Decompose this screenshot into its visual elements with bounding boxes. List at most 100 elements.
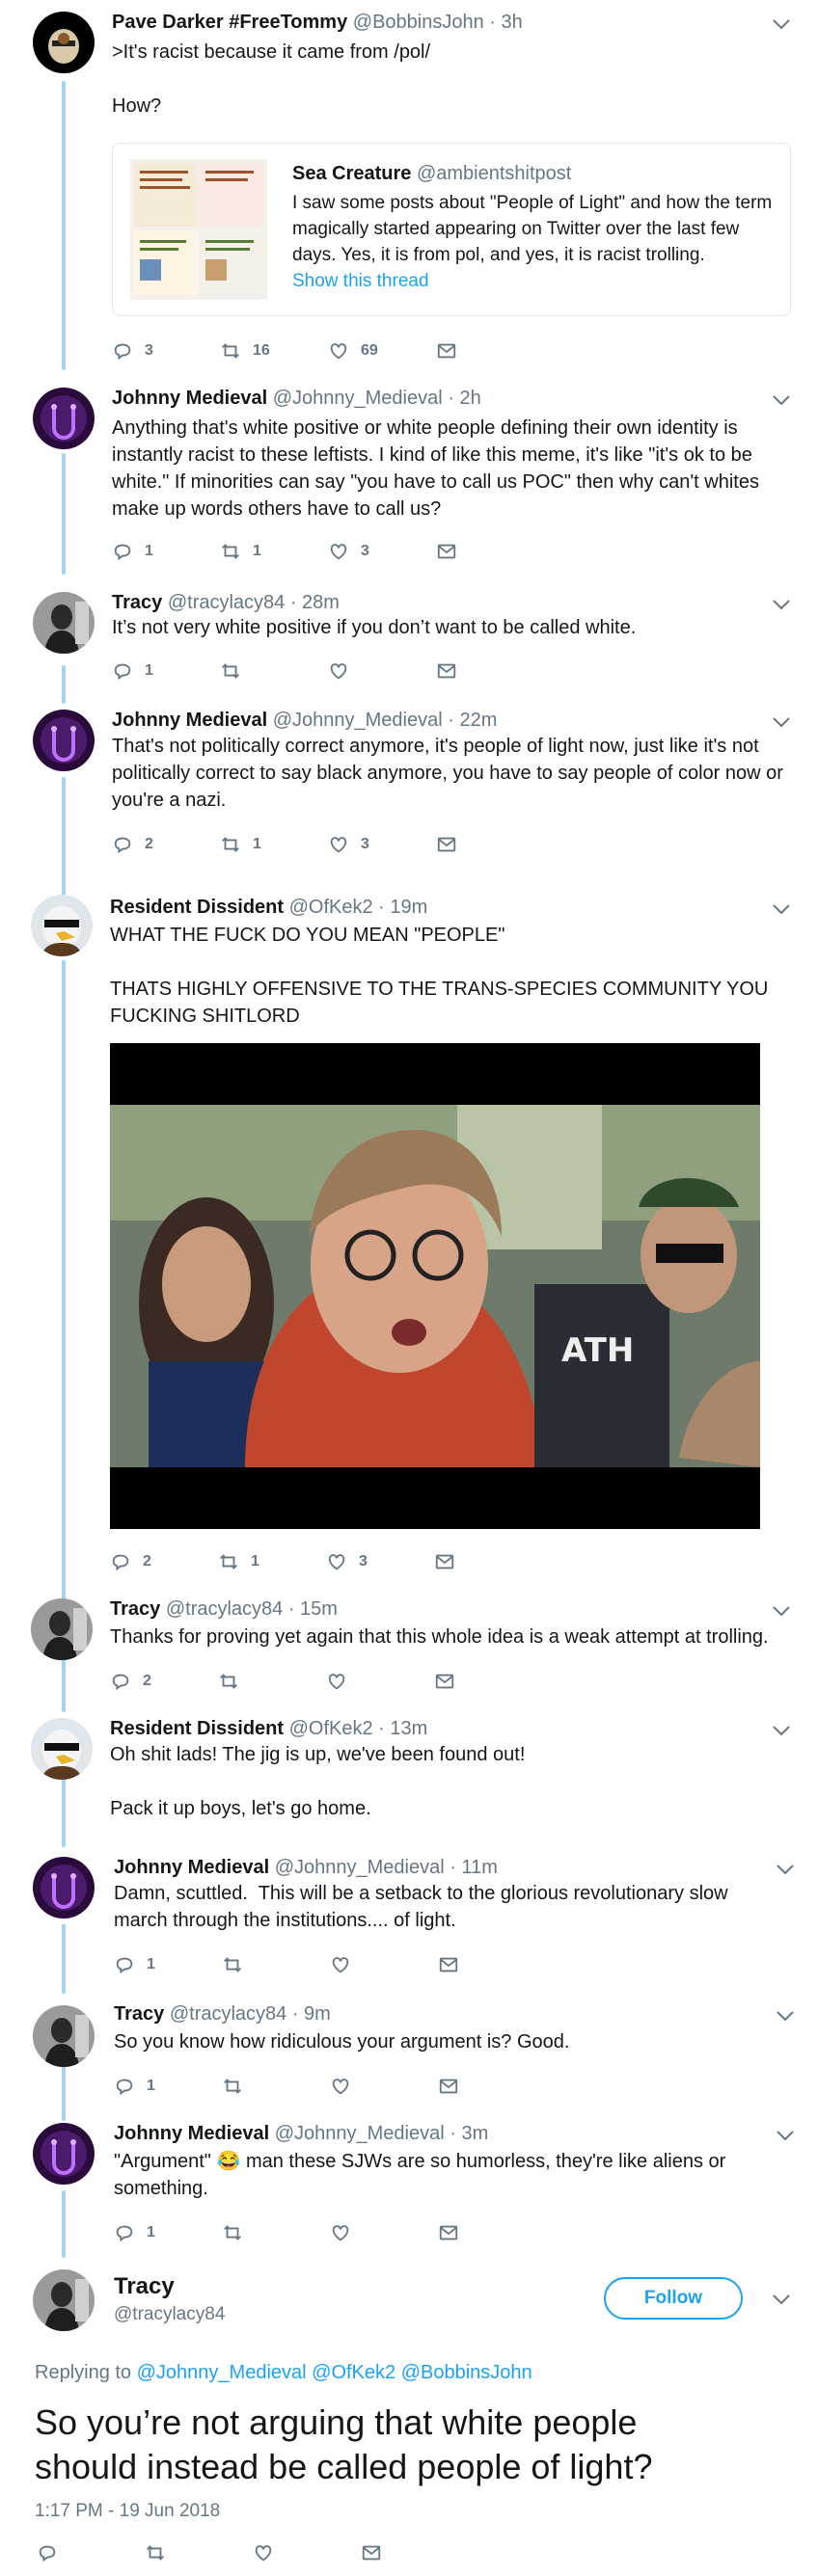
avatar[interactable] [33, 710, 95, 771]
reply-button[interactable]: 1 [114, 2075, 155, 2098]
direct-message-button[interactable] [434, 1670, 455, 1693]
direct-message-button[interactable] [436, 540, 457, 563]
quoted-tweet[interactable]: Sea Creature @ambientshitpost I saw some… [112, 143, 791, 316]
direct-message-button[interactable] [361, 2541, 382, 2564]
author-name[interactable]: Johnny Medieval [114, 1857, 269, 1878]
retweet-button[interactable]: 16 [220, 339, 270, 362]
retweet-button[interactable] [222, 2075, 243, 2098]
author-name[interactable]: Tracy [114, 2003, 164, 2025]
retweet-button[interactable] [220, 659, 241, 683]
author-handle[interactable]: @tracylacy84 · 9m [170, 2003, 331, 2025]
chevron-down-icon[interactable] [772, 1604, 791, 1618]
author-handle[interactable]: @Johnny_Medieval · 3m [275, 2123, 489, 2144]
author-name[interactable]: Johnny Medieval [112, 710, 267, 731]
avatar[interactable] [33, 12, 95, 73]
reply-icon [114, 343, 131, 361]
retweet-button[interactable] [222, 1953, 243, 1976]
retweet-button[interactable] [145, 2541, 166, 2564]
thread-line [62, 2063, 66, 2121]
avatar[interactable] [31, 1718, 93, 1780]
author-handle[interactable]: @OfKek2 · 13m [289, 1718, 428, 1739]
author-name[interactable]: Johnny Medieval [112, 388, 267, 409]
author-handle[interactable]: @tracylacy84 · 15m [166, 1598, 338, 1620]
follow-button[interactable]: Follow [604, 2277, 743, 2320]
avatar[interactable] [31, 1598, 93, 1660]
like-button[interactable] [326, 1670, 347, 1693]
chevron-down-icon[interactable] [772, 393, 791, 407]
like-button[interactable] [253, 2541, 274, 2564]
direct-message-button[interactable] [436, 833, 457, 856]
like-button[interactable] [330, 2075, 351, 2098]
reply-button[interactable]: 1 [112, 540, 153, 563]
chevron-down-icon[interactable] [776, 2009, 795, 2023]
direct-message-button[interactable] [436, 339, 457, 362]
like-button[interactable] [330, 1953, 351, 1976]
tweet-text: >It's racist because it came from /pol/ … [112, 41, 431, 117]
chevron-down-icon[interactable] [776, 2129, 795, 2142]
reply-button[interactable]: 2 [112, 833, 153, 856]
chevron-down-icon[interactable] [772, 902, 791, 916]
avatar[interactable] [31, 895, 93, 956]
like-button[interactable] [330, 2221, 351, 2244]
author-name[interactable]: Resident Dissident [110, 897, 284, 918]
retweet-button[interactable] [222, 2221, 243, 2244]
retweet-button[interactable]: 1 [220, 833, 261, 856]
tears-of-joy-emoji-icon: 😂 [216, 2151, 241, 2172]
retweet-button[interactable]: 1 [218, 1550, 259, 1573]
reply-button[interactable]: 1 [114, 1953, 155, 1976]
retweet-button[interactable] [218, 1670, 239, 1693]
thread-line [62, 2190, 66, 2258]
author-name[interactable]: Tracy [112, 592, 162, 613]
avatar[interactable] [33, 388, 95, 449]
reply-button[interactable]: 2 [110, 1670, 151, 1693]
direct-message-button[interactable] [436, 659, 457, 683]
like-button[interactable]: 3 [326, 1550, 368, 1573]
avatar[interactable] [33, 1857, 95, 1919]
avatar[interactable] [33, 2269, 95, 2331]
avatar[interactable] [33, 592, 95, 654]
author-name[interactable]: Resident Dissident [110, 1718, 284, 1739]
author-handle[interactable]: @Johnny_Medieval · 22m [273, 710, 498, 731]
reply-button[interactable]: 1 [114, 2221, 155, 2244]
quoted-author-name: Sea Creature [292, 163, 412, 184]
author-name[interactable]: Tracy [110, 1598, 160, 1620]
heart-icon [330, 663, 347, 680]
chevron-down-icon[interactable] [772, 1724, 791, 1737]
main-tweet-timestamp[interactable]: 1:17 PM - 19 Jun 2018 [35, 2501, 220, 2522]
reply-button[interactable] [37, 2541, 58, 2564]
avatar[interactable] [33, 2123, 95, 2185]
reply-button[interactable]: 3 [112, 339, 153, 362]
tweet-actions: 3 16 69 [112, 339, 498, 362]
direct-message-button[interactable] [438, 1953, 459, 1976]
main-author-name[interactable]: Tracy [114, 2273, 175, 2300]
direct-message-button[interactable] [434, 1550, 455, 1573]
chevron-down-icon[interactable] [776, 1863, 795, 1876]
author-handle[interactable]: @OfKek2 · 19m [289, 897, 428, 918]
reply-button[interactable]: 2 [110, 1550, 151, 1573]
replying-to-users[interactable]: @Johnny_Medieval @OfKek2 @BobbinsJohn [137, 2362, 532, 2383]
direct-message-button[interactable] [438, 2075, 459, 2098]
author-handle[interactable]: @Johnny_Medieval · 2h [273, 388, 481, 409]
chevron-down-icon[interactable] [772, 2293, 791, 2306]
show-thread-link[interactable]: Show this thread [292, 271, 429, 292]
author-handle[interactable]: @Johnny_Medieval · 11m [275, 1857, 498, 1878]
chevron-down-icon[interactable] [772, 715, 791, 729]
direct-message-button[interactable] [438, 2221, 459, 2244]
tweet-video[interactable]: ATH [110, 1043, 760, 1529]
chevron-down-icon[interactable] [772, 598, 791, 611]
author-handle[interactable]: @BobbinsJohn · 3h [353, 12, 523, 33]
like-button[interactable]: 69 [328, 339, 378, 362]
like-button[interactable]: 3 [328, 540, 369, 563]
like-button[interactable] [328, 659, 349, 683]
main-author-handle[interactable]: @tracylacy84 [114, 2304, 225, 2325]
author-handle[interactable]: @tracylacy84 · 28m [168, 592, 340, 613]
like-button[interactable]: 3 [328, 833, 369, 856]
author-name[interactable]: Pave Darker #FreeTommy [112, 12, 347, 33]
avatar[interactable] [33, 2005, 95, 2067]
envelope-icon [437, 663, 456, 679]
reply-button[interactable]: 1 [112, 659, 153, 683]
retweet-button[interactable]: 1 [220, 540, 261, 563]
tweet-header: Johnny Medieval @Johnny_Medieval · 22m [112, 710, 497, 732]
chevron-down-icon[interactable] [772, 17, 791, 31]
author-name[interactable]: Johnny Medieval [114, 2123, 269, 2144]
